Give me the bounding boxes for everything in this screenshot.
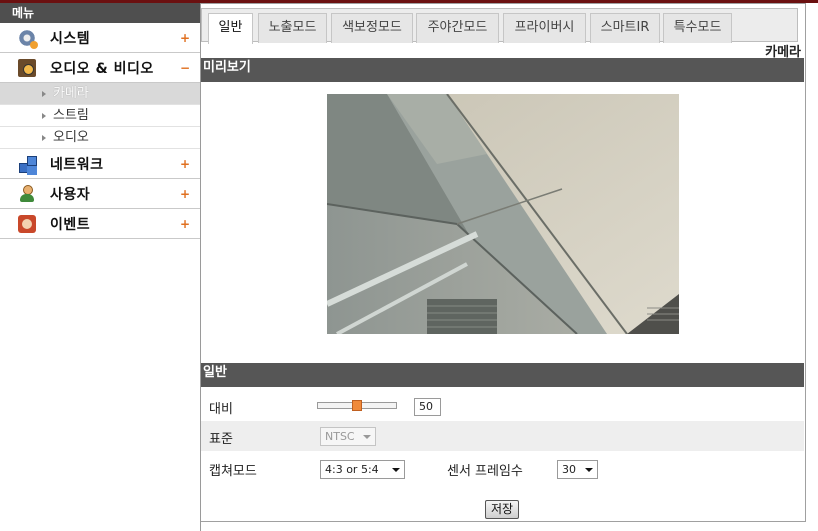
tab-day-night[interactable]: 주야간모드 [416,13,499,43]
tab-smart-ir[interactable]: 스마트IR [590,13,660,43]
sidebar-subitem-audio[interactable]: 오디오 [0,127,200,149]
capture-mode-select-value: 4:3 or 5:4 [325,463,379,476]
sidebar-item-network[interactable]: 네트워크 + [0,149,200,179]
camera-preview-image [327,94,679,334]
main-panel: 일반 노출모드 색보정모드 주야간모드 프라이버시 스마트IR 특수모드 카메라… [201,3,806,522]
sidebar-item-label: 네트워크 [50,156,104,173]
contrast-row: 대비 50 [201,391,804,421]
sidebar-subitem-stream[interactable]: 스트림 [0,105,200,127]
sidebar-subitem-label: 스트림 [53,108,89,123]
triangle-right-icon [42,135,46,141]
sidebar-item-user[interactable]: 사용자 + [0,179,200,209]
sidebar-item-label: 오디오 & 비디오 [50,60,154,77]
expand-icon[interactable]: + [180,23,190,53]
sidebar-subitem-label: 오디오 [53,130,89,145]
sidebar-item-label: 시스템 [50,30,91,47]
contrast-slider[interactable] [317,400,397,411]
sidebar-item-event[interactable]: 이벤트 + [0,209,200,239]
triangle-right-icon [42,113,46,119]
sensor-frame-rate-select[interactable]: 30 [557,460,598,479]
sensor-frame-rate-label: 센서 프레임수 [447,464,523,479]
camera-preview-graphic [327,94,679,334]
sidebar-menu: 메뉴 시스템 + 오디오 & 비디오 − 카메라 스트림 오디오 네트워크 + … [0,3,201,531]
sidebar-subitem-camera[interactable]: 카메라 [0,83,200,105]
audio-video-icon [18,58,36,77]
expand-icon[interactable]: + [180,149,190,179]
chevron-down-icon [392,468,400,472]
collapse-icon[interactable]: − [180,53,190,83]
section-header-general: 일반 [201,363,804,387]
expand-icon[interactable]: + [180,209,190,239]
sidebar-subitem-label: 카메라 [53,86,89,101]
tab-color-correction[interactable]: 색보정모드 [331,13,413,43]
save-button[interactable]: 저장 [485,500,519,519]
capture-row: 캡쳐모드 4:3 or 5:4 센서 프레임수 30 [201,453,804,483]
sensor-frame-rate-select-value: 30 [562,463,576,476]
user-icon [18,184,36,203]
sidebar-item-system[interactable]: 시스템 + [0,23,200,53]
standard-row: 표준 NTSC [201,421,804,451]
expand-icon[interactable]: + [180,179,190,209]
sidebar-item-audio-video[interactable]: 오디오 & 비디오 − [0,53,200,83]
tab-special[interactable]: 특수모드 [663,13,732,43]
chevron-down-icon [363,435,371,439]
tab-general[interactable]: 일반 [208,13,253,44]
capture-mode-select[interactable]: 4:3 or 5:4 [320,460,405,479]
standard-select-value: NTSC [325,430,355,443]
sidebar-header: 메뉴 [0,3,200,23]
chevron-down-icon [585,468,593,472]
tab-exposure[interactable]: 노출모드 [258,13,327,43]
contrast-label: 대비 [209,402,233,417]
tab-privacy[interactable]: 프라이버시 [503,13,586,43]
capture-mode-label: 캡쳐모드 [209,464,257,479]
sidebar-item-label: 이벤트 [50,216,91,233]
standard-label: 표준 [209,432,233,447]
sidebar-item-label: 사용자 [50,186,91,203]
triangle-right-icon [42,91,46,97]
gear-icon [18,28,38,49]
slider-handle[interactable] [352,400,362,411]
network-icon [18,155,37,173]
standard-select[interactable]: NTSC [320,427,376,446]
contrast-value-input[interactable]: 50 [414,398,441,416]
section-header-preview: 미리보기 [201,58,804,82]
event-icon [18,214,36,233]
tab-bar: 일반 노출모드 색보정모드 주야간모드 프라이버시 스마트IR 특수모드 [201,8,798,44]
